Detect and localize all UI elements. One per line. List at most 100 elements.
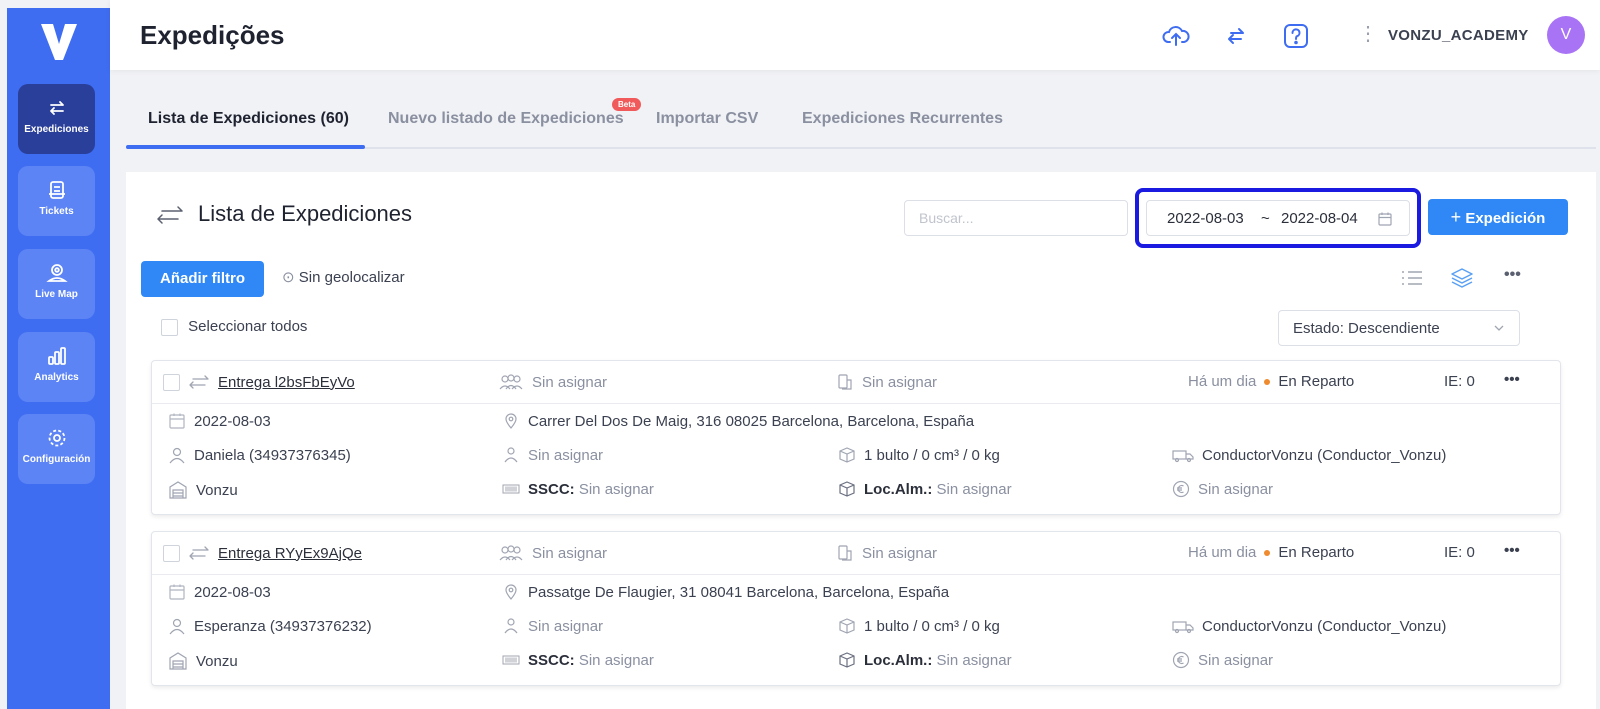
tab-expediciones-recurrentes[interactable]: Expediciones Recurrentes <box>802 110 1003 128</box>
sidebar-item-label: Configuración <box>22 454 91 465</box>
chevron-down-icon <box>1494 325 1504 331</box>
warehouse-icon <box>169 481 187 499</box>
sidebar-item-label: Tickets <box>39 206 74 217</box>
group-icon <box>499 374 523 390</box>
truck-icon <box>1172 621 1194 634</box>
search-input[interactable] <box>904 200 1128 236</box>
beta-badge: Beta <box>612 98 642 111</box>
route-value: Sin asignar <box>862 544 938 562</box>
loc-label: Loc.Alm.: <box>864 480 933 498</box>
barcode-icon <box>502 484 520 494</box>
price-value: Sin asignar <box>1198 651 1274 669</box>
sidebar: Expediciones Tickets Live Map Analytics … <box>7 8 110 709</box>
sidebar-item-analytics[interactable]: Analytics <box>18 332 95 402</box>
sidebar-item-label: Analytics <box>34 372 79 383</box>
select-all[interactable]: Seleccionar todos <box>161 318 307 336</box>
box-icon <box>839 652 855 668</box>
more-options-icon[interactable]: ••• <box>1504 266 1530 290</box>
sscc-value: Sin asignar <box>578 651 654 669</box>
page-title: Expedições <box>140 20 285 50</box>
no-geolocation-filter[interactable]: ⊙ Sin geolocalizar <box>282 268 405 286</box>
sidebar-item-configuracion[interactable]: Configuración <box>18 414 95 484</box>
layers-icon[interactable] <box>1449 266 1475 290</box>
more-options-icon[interactable]: ••• <box>1504 371 1520 388</box>
sort-select[interactable]: Estado: Descendiente <box>1278 310 1520 346</box>
cloud-upload-icon[interactable] <box>1162 22 1190 50</box>
status-badge: En Reparto <box>1278 544 1355 561</box>
contact-name: Daniela (34937376345) <box>194 446 351 464</box>
warehouse-icon <box>169 652 187 670</box>
map-pin-icon <box>45 264 68 282</box>
time-ago: Há um dia <box>1188 373 1257 390</box>
sidebar-item-tickets[interactable]: Tickets <box>18 166 95 236</box>
add-filter-button[interactable]: Añadir filtro <box>141 261 264 297</box>
arrows-swap-icon <box>189 546 209 560</box>
vonzu-logo-icon[interactable] <box>37 20 81 64</box>
loc-label: Loc.Alm.: <box>864 651 933 669</box>
sidebar-item-expediciones[interactable]: Expediciones <box>18 84 95 154</box>
arrows-swap-icon <box>49 101 64 115</box>
route-value: Sin asignar <box>862 373 938 391</box>
select-all-label: Seleccionar todos <box>188 318 308 335</box>
list-title: Lista de Expediciones <box>198 201 413 226</box>
euro-icon <box>1172 480 1190 498</box>
box-icon <box>839 481 855 497</box>
location-pin-icon: ⊙ <box>282 269 295 286</box>
arrows-swap-icon <box>189 375 209 389</box>
ticket-icon <box>48 181 65 199</box>
shipment-card[interactable]: Entrega l2bsFbEyVo Sin asignar Sin asign… <box>151 360 1561 515</box>
user-icon <box>169 447 185 464</box>
shipment-name-link[interactable]: Entrega RYyEx9AjQe <box>218 545 362 562</box>
avatar[interactable]: V <box>1547 16 1585 54</box>
shipment-date: 2022-08-03 <box>194 583 271 601</box>
shipment-card[interactable]: Entrega RYyEx9AjQe Sin asignar Sin asign… <box>151 531 1561 686</box>
new-expedicion-button[interactable]: + Expedición <box>1428 199 1568 235</box>
help-icon[interactable] <box>1282 22 1310 50</box>
gear-icon <box>48 429 65 447</box>
status-badge: En Reparto <box>1278 373 1355 390</box>
transfer-arrows-icon[interactable] <box>1222 22 1250 50</box>
sidebar-item-label: Live Map <box>35 289 78 300</box>
calendar-icon <box>1378 212 1392 226</box>
new-expedicion-label: Expedición <box>1465 210 1546 227</box>
package-icon <box>839 618 855 634</box>
plus-icon: + <box>1450 207 1462 227</box>
shipment-checkbox[interactable] <box>163 544 180 562</box>
ie-count: IE: 0 <box>1444 373 1475 390</box>
active-tab-indicator <box>126 145 365 149</box>
package-info: 1 bulto / 0 cm³ / 0 kg <box>864 617 1000 635</box>
calendar-icon <box>169 413 185 429</box>
group-icon <box>499 545 523 561</box>
tab-importar-csv[interactable]: Importar CSV <box>656 110 758 128</box>
group-value: Sin asignar <box>532 373 608 391</box>
shipment-address: Passatge De Flaugier, 31 08041 Barcelona… <box>528 583 950 601</box>
location-pin-icon <box>505 584 517 600</box>
date-to: 2022-08-04 <box>1281 210 1358 227</box>
shipment-name-link[interactable]: Entrega l2bsFbEyVo <box>218 374 355 391</box>
tab-lista-expediciones[interactable]: Lista de Expediciones (60) <box>148 110 349 128</box>
vertical-dots-icon[interactable]: ⋮ <box>1358 24 1378 44</box>
shipment-address: Carrer Del Dos De Maig, 316 08025 Barcel… <box>528 412 975 430</box>
assignee-icon <box>504 447 518 463</box>
loc-value: Sin asignar <box>936 651 1012 669</box>
warehouse-name: Vonzu <box>196 652 238 670</box>
list-view-icon[interactable] <box>1399 266 1425 290</box>
sscc-value: Sin asignar <box>578 480 654 498</box>
tab-bar: Lista de Expediciones (60) Nuevo listado… <box>126 96 1596 149</box>
group-value: Sin asignar <box>532 544 608 562</box>
select-all-checkbox[interactable] <box>161 318 178 336</box>
more-options-icon[interactable]: ••• <box>1504 542 1520 559</box>
tab-nuevo-listado[interactable]: Nuevo listado de Expediciones <box>388 110 624 128</box>
package-icon <box>839 447 855 463</box>
calendar-icon <box>169 584 185 600</box>
sidebar-item-live-map[interactable]: Live Map <box>18 249 95 319</box>
username[interactable]: VONZU_ACADEMY <box>1388 27 1529 44</box>
date-range-picker[interactable]: 2022-08-03 ~ 2022-08-04 <box>1146 200 1410 236</box>
arrows-swap-icon <box>157 206 183 224</box>
geo-label: Sin geolocalizar <box>298 269 405 286</box>
contact-name: Esperanza (34937376232) <box>194 617 372 635</box>
package-info: 1 bulto / 0 cm³ / 0 kg <box>864 446 1000 464</box>
status-dot <box>1264 378 1271 385</box>
shipment-checkbox[interactable] <box>163 373 180 391</box>
assignee-value: Sin asignar <box>528 617 604 635</box>
